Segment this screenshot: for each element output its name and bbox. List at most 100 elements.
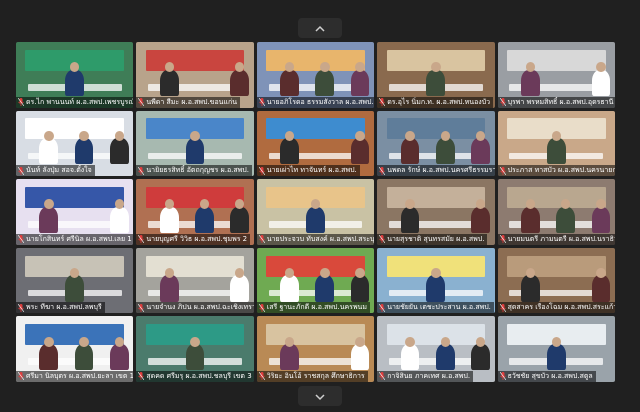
participant-name-label: นายชัยยัน เตชะประสาน ผ.อ.สพป. xyxy=(377,302,494,314)
participant-name: นายเผ่าไท ทาจันทร์ ผ.อ.สพป. xyxy=(266,166,357,175)
person-figure xyxy=(230,199,250,233)
person-figure xyxy=(65,62,85,96)
participant-name-label: นพดล รักษ์ ผ.อ.สพป.นครศรีธรรมราช xyxy=(377,165,495,177)
backdrop-banner xyxy=(145,255,245,277)
microphone-muted-icon xyxy=(138,98,145,107)
microphone-muted-icon xyxy=(379,372,386,381)
participant-tile[interactable]: เสรี ฐานะภักดี ผ.อ.สพป.นครพนม xyxy=(256,247,375,314)
participant-tile[interactable]: นายมนตรี ภามนตรี ผ.อ.สพป.นราธิวาส xyxy=(497,179,615,245)
microphone-muted-icon xyxy=(18,235,24,244)
participant-name: สุดสาคร เรืองโฉม ผ.อ.สพป.สระแก้ว xyxy=(507,303,615,312)
microphone-muted-icon xyxy=(258,372,265,381)
participant-name-label: นายจำนง ภิปน ผ.อ.สพป.ฉะเชิงเทรา xyxy=(136,302,254,314)
backdrop-banner xyxy=(386,324,486,346)
participant-name: นพีดา สีมะ ผ.อ.สพป.ขอนแก่น xyxy=(146,97,237,106)
participant-tile[interactable]: นายประจวบ ทับสงค์ ผ.อ.สพป.สระบุรี xyxy=(256,179,375,245)
participant-name-label: นายเผ่าไท ทาจันทร์ ผ.อ.สพป. xyxy=(256,165,360,177)
microphone-muted-icon xyxy=(258,235,265,244)
participant-tile[interactable]: ประภาส ทาสบัว ผ.อ.สพป.นครนายก xyxy=(497,110,615,177)
microphone-muted-icon xyxy=(18,166,24,175)
participant-tile[interactable]: นายิยธรสิทธิ์ อัตถกุญชร ผ.อ.สพป. xyxy=(136,110,254,177)
microphone-muted-icon xyxy=(138,372,145,381)
chevron-up-icon xyxy=(315,19,325,38)
person-figure xyxy=(426,267,446,302)
participant-name: ธวัชชัย สุขบัว ผ.อ.สพป.สตูล xyxy=(507,371,593,380)
participant-name: นพดล รักษ์ ผ.อ.สพป.นครศรีธรรมราช xyxy=(387,166,495,175)
participant-tile[interactable]: นพดล รักษ์ ผ.อ.สพป.นครศรีธรรมราช xyxy=(377,110,495,177)
participant-name-label: ประภาส ทาสบัว ผ.อ.สพป.นครนายก xyxy=(497,165,615,177)
participant-tile[interactable]: นายเผ่าไท ทาจันทร์ ผ.อ.สพป. xyxy=(256,110,375,177)
participant-tile[interactable]: นายจำนง ภิปน ผ.อ.สพป.ฉะเชิงเทรา xyxy=(136,247,254,314)
participant-name: ดร.ไก พานนนท์ ผ.อ.สพป.เพชรบูรณ์ xyxy=(26,97,134,106)
person-figure xyxy=(39,336,59,371)
participant-name-label: วิริยะ อินโอ้ ราชสกุล ศึกษาธิการ xyxy=(256,370,368,382)
person-figure xyxy=(306,199,325,233)
microphone-muted-icon xyxy=(499,235,506,244)
participant-name: ศรีมา นิลบุตร ผ.อ.สพป.ยะลา เขต 1 xyxy=(26,371,134,380)
backdrop-banner xyxy=(266,49,365,71)
person-figure xyxy=(546,336,566,371)
participant-name-label: นายโกสินทร์ ศรีนิล ผ.อ.สพป.เลย 1 xyxy=(16,233,134,245)
person-figure xyxy=(74,130,94,165)
participant-tile[interactable]: นายสุรชาติ สุนทรสมัย ผ.อ.สพป. xyxy=(377,179,495,245)
participant-name: นายสุรชาติ สุนทรสมัย ผ.อ.สพป. xyxy=(387,234,485,243)
participant-name: นายจำนง ภิปน ผ.อ.สพป.ฉะเชิงเทรา xyxy=(146,303,254,312)
microphone-muted-icon xyxy=(379,303,386,312)
person-figure xyxy=(400,130,420,165)
person-figure xyxy=(185,336,205,371)
backdrop-banner xyxy=(386,118,486,140)
participant-name-label: นายมนตรี ภามนตรี ผ.อ.สพป.นราธิวาส xyxy=(497,233,615,245)
person-figure xyxy=(591,267,611,302)
participant-tile[interactable]: สุดสาคร เรืองโฉม ผ.อ.สพป.สระแก้ว xyxy=(497,247,615,314)
participant-name: กาจิสินย ภาคเทศ ผ.อ.สพป. xyxy=(387,371,471,380)
person-figure xyxy=(591,199,611,233)
participant-tile[interactable]: ธวัชชัย สุขบัว ผ.อ.สพป.สตูล xyxy=(497,316,615,382)
participant-tile[interactable]: วิริยะ อินโอ้ ราชสกุล ศึกษาธิการ xyxy=(256,316,375,382)
person-figure xyxy=(109,336,129,371)
scroll-up-button[interactable] xyxy=(298,18,342,38)
participant-tile[interactable]: ดร.อุไร นิ่มก.ท. ผ.อ.สพป.หนองบัว xyxy=(377,42,495,108)
microphone-muted-icon xyxy=(499,166,506,175)
participant-name-label: นันท์ ลังปุ่ม สอจ.ตั้งใจ xyxy=(16,165,95,177)
person-figure xyxy=(230,267,250,302)
participant-name-label: ศรีมา นิลบุตร ผ.อ.สพป.ยะลา เขต 1 xyxy=(16,370,134,382)
person-figure xyxy=(74,336,94,371)
participant-name: พระ ทีฆา ผ.อ.สพป.ลพบุรี xyxy=(26,303,102,312)
person-figure xyxy=(185,130,205,165)
backdrop-banner xyxy=(506,49,606,71)
backdrop-banner xyxy=(25,324,124,346)
participant-name-label: ธวัชชัย สุขบัว ผ.อ.สพป.สตูล xyxy=(497,370,596,382)
participant-name: ดร.อุไร นิ่มก.ท. ผ.อ.สพป.หนองบัว xyxy=(387,97,491,106)
microphone-muted-icon xyxy=(258,303,265,312)
person-figure xyxy=(315,62,335,96)
microphone-muted-icon xyxy=(138,303,145,312)
participant-name-label: นพีดา สีมะ ผ.อ.สพป.ขอนแก่น xyxy=(136,96,240,108)
person-figure xyxy=(400,336,420,371)
person-figure xyxy=(315,267,335,302)
participant-tile[interactable]: นายอภิโรดอ ธรรมสังวาล ผ.อ.สพป. xyxy=(256,42,375,108)
person-figure xyxy=(350,62,370,96)
person-figure xyxy=(435,336,455,371)
participant-tile[interactable]: นันท์ ลังปุ่ม สอจ.ตั้งใจ xyxy=(16,110,134,177)
participant-tile[interactable]: บุรพา พรหมสิทธิ์ ผ.อ.สพป.อุดรธานี xyxy=(497,42,615,108)
person-figure xyxy=(280,130,300,165)
person-figure xyxy=(65,267,85,302)
person-figure xyxy=(350,267,370,302)
participant-tile[interactable]: นายโกสินทร์ ศรีนิล ผ.อ.สพป.เลย 1 xyxy=(16,179,134,245)
participant-tile[interactable]: พระ ทีฆา ผ.อ.สพป.ลพบุรี xyxy=(16,247,134,314)
scroll-down-button[interactable] xyxy=(298,386,342,406)
participant-name: นายมนตรี ภามนตรี ผ.อ.สพป.นราธิวาส xyxy=(507,234,615,243)
participant-tile[interactable]: สุดคด ศรีมรุ ผ.อ.สพป.ชลบุรี เขต 3 xyxy=(136,316,254,382)
participant-tile[interactable]: กาจิสินย ภาคเทศ ผ.อ.สพป. xyxy=(377,316,495,382)
person-figure xyxy=(521,62,540,96)
person-figure xyxy=(471,336,490,371)
participant-tile[interactable]: นายชัยยัน เตชะประสาน ผ.อ.สพป. xyxy=(377,247,495,314)
participant-tile[interactable]: ดร.ไก พานนนท์ ผ.อ.สพป.เพชรบูรณ์ xyxy=(16,42,134,108)
backdrop-banner xyxy=(506,255,606,277)
participant-tile[interactable]: ศรีมา นิลบุตร ผ.อ.สพป.ยะลา เขต 1 xyxy=(16,316,134,382)
microphone-muted-icon xyxy=(499,98,506,107)
participant-name: นายบุญศรี วิวิธ ผ.อ.สพป.ชุมพร 2 xyxy=(146,234,248,243)
participant-tile[interactable]: นพีดา สีมะ ผ.อ.สพป.ขอนแก่น xyxy=(136,42,254,108)
participant-name: บุรพา พรหมสิทธิ์ ผ.อ.สพป.อุดรธานี xyxy=(507,97,614,106)
participant-tile[interactable]: นายบุญศรี วิวิธ ผ.อ.สพป.ชุมพร 2 xyxy=(136,179,254,245)
